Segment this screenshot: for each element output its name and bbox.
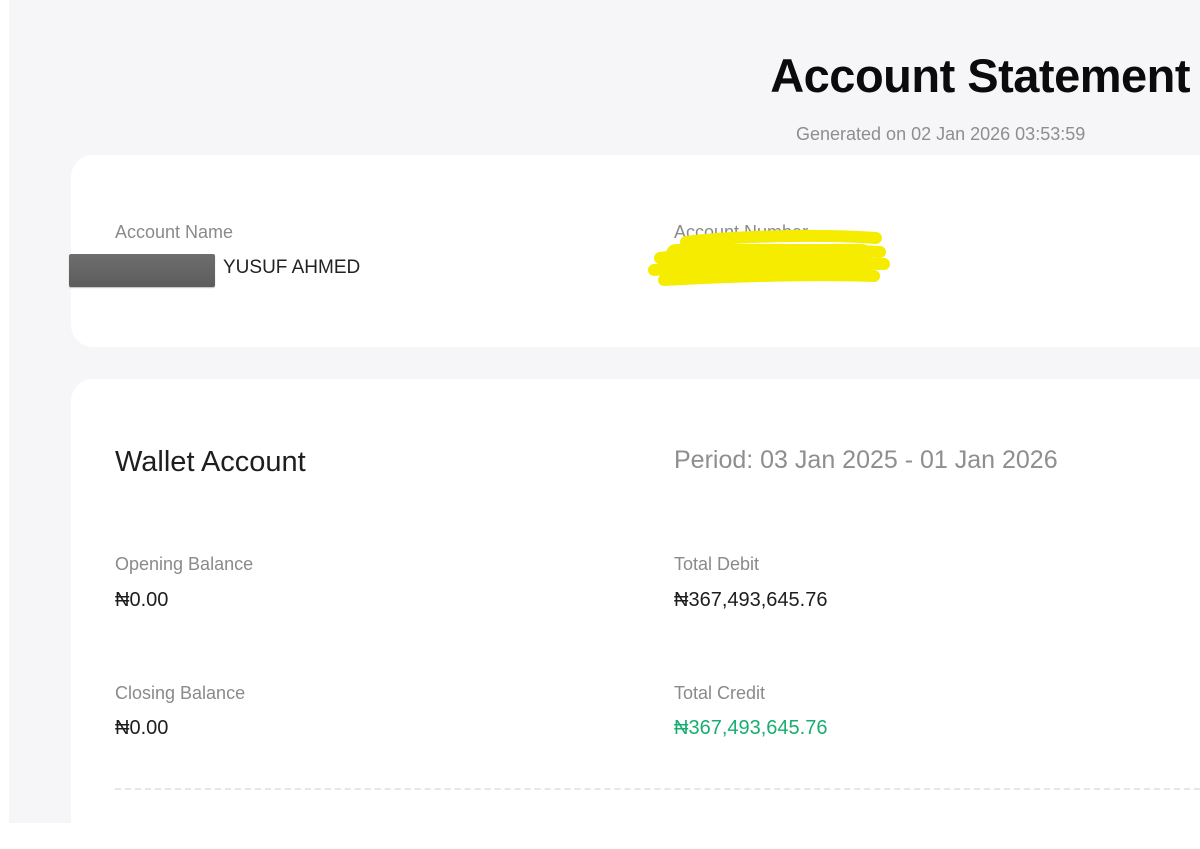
- opening-balance-value: ₦0.00: [115, 589, 169, 611]
- dashed-divider: [115, 788, 1200, 790]
- generated-timestamp: Generated on 02 Jan 2026 03:53:59: [796, 124, 1086, 144]
- wallet-account-title: Wallet Account: [115, 446, 306, 478]
- total-credit-value: ₦367,493,645.76: [674, 717, 828, 739]
- total-debit-value: ₦367,493,645.76: [674, 589, 828, 611]
- statement-period: Period: 03 Jan 2025 - 01 Jan 2026: [674, 446, 1058, 474]
- closing-balance-label: Closing Balance: [115, 683, 246, 703]
- account-number-redaction: [648, 229, 890, 286]
- account-name-label: Account Name: [115, 222, 234, 242]
- opening-balance-label: Opening Balance: [115, 554, 254, 574]
- closing-balance-value: ₦0.00: [115, 717, 169, 739]
- account-name-value: YUSUF AHMED: [223, 257, 361, 278]
- total-credit-label: Total Credit: [674, 683, 766, 703]
- total-debit-label: Total Debit: [674, 554, 760, 574]
- account-name-redaction: [69, 254, 215, 287]
- account-info-card: [71, 155, 1200, 347]
- page-title: Account Statement: [770, 49, 1190, 102]
